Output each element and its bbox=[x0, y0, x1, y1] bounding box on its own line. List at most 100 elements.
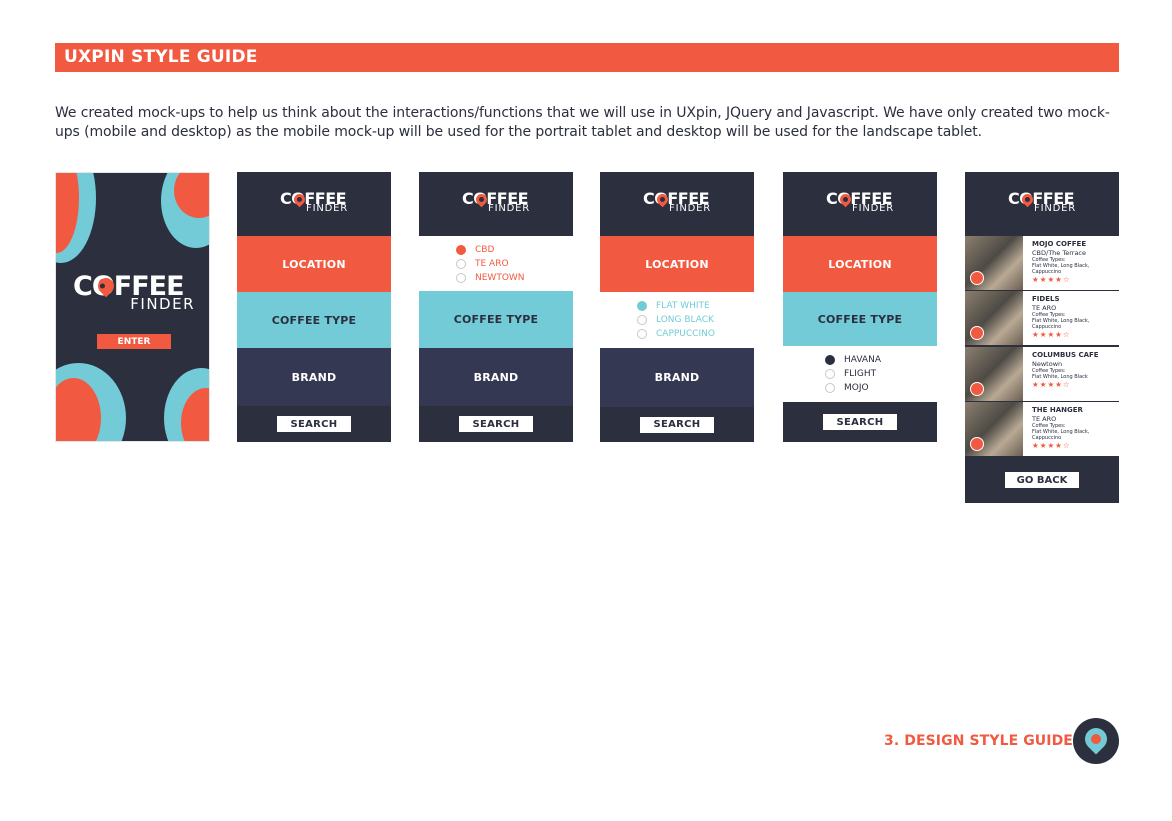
go-back-button[interactable]: GO BACK bbox=[1005, 472, 1079, 488]
cafe-name: THE HANGER bbox=[1032, 406, 1083, 414]
cafe-location: Newtown bbox=[1032, 360, 1063, 368]
coffee-type-options: FLAT WHITE LONG BLACK CAPPUCCINO bbox=[600, 292, 754, 348]
logo-text-finder: FINDER bbox=[852, 203, 894, 214]
rating-stars-icon: ★★★★☆ bbox=[1032, 275, 1071, 284]
search-mockup-default: COFFEE FINDER LOCATION COFFEE TYPE BRAND… bbox=[237, 172, 391, 442]
cafe-location: CBD/The Terrace bbox=[1032, 249, 1086, 257]
location-option[interactable]: NEWTOWN bbox=[456, 272, 573, 283]
search-button[interactable]: SEARCH bbox=[823, 414, 897, 430]
rating-stars-icon: ★★★★☆ bbox=[1032, 441, 1071, 450]
option-label: TE ARO bbox=[475, 258, 509, 269]
cafe-logo-icon bbox=[970, 271, 984, 285]
search-footer: SEARCH bbox=[600, 407, 754, 442]
cafe-name: COLUMBUS CAFE bbox=[1032, 351, 1099, 359]
option-label: FLAT WHITE bbox=[656, 301, 710, 311]
cafe-photo bbox=[965, 347, 1023, 401]
location-option[interactable]: CBD bbox=[456, 244, 573, 255]
enter-button[interactable]: ENTER bbox=[97, 334, 171, 349]
brand-option[interactable]: FLIGHT bbox=[825, 369, 937, 380]
coffee-option[interactable]: FLAT WHITE bbox=[637, 301, 754, 312]
search-mockup-coffee-open: COFFEE FINDER LOCATION FLAT WHITE LONG B… bbox=[600, 172, 754, 442]
coffee-option[interactable]: CAPPUCCINO bbox=[637, 329, 754, 340]
radio-selected-icon[interactable] bbox=[456, 244, 466, 255]
app-logo: COFFEE FINDER bbox=[462, 191, 530, 217]
cafe-photo bbox=[965, 236, 1023, 290]
result-card[interactable]: FIDELS TE ARO Coffee Types: Flat White, … bbox=[965, 291, 1119, 345]
cafe-name: MOJO COFFEE bbox=[1032, 240, 1087, 248]
coffee-option[interactable]: LONG BLACK bbox=[637, 315, 754, 326]
search-mockup-location-open: COFFEE FINDER CBD TE ARO NEWTOWN COFFEE … bbox=[419, 172, 573, 442]
cafe-location: TE ARO bbox=[1032, 304, 1057, 312]
cafe-logo-icon bbox=[970, 326, 984, 340]
search-button[interactable]: SEARCH bbox=[640, 416, 714, 433]
result-info: THE HANGER TE ARO Coffee Types: Flat Whi… bbox=[1023, 402, 1089, 456]
location-block[interactable]: LOCATION bbox=[783, 236, 937, 292]
cafe-photo bbox=[965, 291, 1023, 345]
rating-stars-icon: ★★★★☆ bbox=[1032, 380, 1071, 389]
coffee-type-block[interactable]: COFFEE TYPE bbox=[237, 292, 391, 348]
footer-section-title: 3. DESIGN STYLE GUIDE bbox=[884, 733, 1073, 749]
splash-mockup: COFFEE FINDER ENTER bbox=[55, 172, 210, 442]
result-card[interactable]: THE HANGER TE ARO Coffee Types: Flat Whi… bbox=[965, 402, 1119, 456]
brand-options: HAVANA FLIGHT MOJO bbox=[783, 346, 937, 402]
app-logo: COFFEE FINDER bbox=[1008, 191, 1076, 217]
coffee-type-block[interactable]: COFFEE TYPE bbox=[419, 291, 573, 348]
brand-block[interactable]: BRAND bbox=[237, 348, 391, 406]
radio-icon[interactable] bbox=[456, 258, 466, 269]
location-block[interactable]: LOCATION bbox=[600, 236, 754, 292]
search-button[interactable]: SEARCH bbox=[277, 416, 351, 432]
app-header: COFFEE FINDER bbox=[419, 172, 573, 236]
radio-icon[interactable] bbox=[825, 369, 835, 379]
logo-text-finder: FINDER bbox=[130, 295, 195, 313]
option-label: FLIGHT bbox=[844, 369, 877, 379]
brand-block[interactable]: BRAND bbox=[600, 348, 754, 407]
radio-selected-icon[interactable] bbox=[825, 355, 835, 365]
map-pin-logo-icon bbox=[1073, 718, 1119, 764]
option-label: CAPPUCCINO bbox=[656, 329, 715, 339]
radio-icon[interactable] bbox=[637, 315, 647, 325]
intro-paragraph: We created mock-ups to help us think abo… bbox=[55, 105, 1110, 140]
location-block[interactable]: LOCATION bbox=[237, 236, 391, 292]
location-options: CBD TE ARO NEWTOWN bbox=[419, 236, 573, 291]
cafe-name: FIDELS bbox=[1032, 295, 1060, 303]
search-button[interactable]: SEARCH bbox=[459, 416, 533, 432]
search-footer: SEARCH bbox=[783, 402, 937, 442]
search-footer: SEARCH bbox=[237, 406, 391, 442]
radio-selected-icon[interactable] bbox=[637, 301, 647, 311]
coffee-type-block[interactable]: COFFEE TYPE bbox=[783, 292, 937, 346]
result-info: FIDELS TE ARO Coffee Types: Flat White, … bbox=[1023, 291, 1089, 345]
splash-logo: COFFEE FINDER bbox=[73, 273, 195, 313]
app-header: COFFEE FINDER bbox=[600, 172, 754, 236]
logo-text-finder: FINDER bbox=[669, 203, 711, 214]
option-label: MOJO bbox=[844, 383, 869, 393]
radio-icon[interactable] bbox=[825, 383, 835, 393]
brand-option[interactable]: MOJO bbox=[825, 383, 937, 394]
brand-block[interactable]: BRAND bbox=[419, 348, 573, 406]
app-header: COFFEE FINDER bbox=[965, 172, 1119, 236]
logo-text-finder: FINDER bbox=[488, 203, 530, 214]
logo-text-finder: FINDER bbox=[1034, 203, 1076, 214]
results-mockup: COFFEE FINDER MOJO COFFEE CBD/The Terrac… bbox=[965, 172, 1119, 503]
result-info: MOJO COFFEE CBD/The Terrace Coffee Types… bbox=[1023, 236, 1089, 290]
search-footer: SEARCH bbox=[419, 406, 573, 442]
cafe-logo-icon bbox=[970, 437, 984, 451]
app-header: COFFEE FINDER bbox=[237, 172, 391, 236]
radio-icon[interactable] bbox=[637, 329, 647, 339]
result-card[interactable]: MOJO COFFEE CBD/The Terrace Coffee Types… bbox=[965, 236, 1119, 290]
radio-icon[interactable] bbox=[456, 272, 466, 283]
location-option[interactable]: TE ARO bbox=[456, 258, 573, 269]
rating-stars-icon: ★★★★☆ bbox=[1032, 330, 1071, 339]
option-label: CBD bbox=[475, 244, 495, 255]
app-logo: COFFEE FINDER bbox=[280, 191, 348, 217]
search-mockup-brand-open: COFFEE FINDER LOCATION COFFEE TYPE HAVAN… bbox=[783, 172, 937, 442]
brand-option[interactable]: HAVANA bbox=[825, 355, 937, 366]
app-logo: COFFEE FINDER bbox=[643, 191, 711, 217]
result-card[interactable]: COLUMBUS CAFE Newtown Coffee Types: Flat… bbox=[965, 347, 1119, 401]
cafe-photo bbox=[965, 402, 1023, 456]
app-header: COFFEE FINDER bbox=[783, 172, 937, 236]
app-logo: COFFEE FINDER bbox=[826, 191, 894, 217]
logo-text-finder: FINDER bbox=[306, 203, 348, 214]
option-label: NEWTOWN bbox=[475, 272, 525, 283]
cafe-location: TE ARO bbox=[1032, 415, 1057, 423]
page-title: UXPIN STYLE GUIDE bbox=[55, 43, 1119, 72]
